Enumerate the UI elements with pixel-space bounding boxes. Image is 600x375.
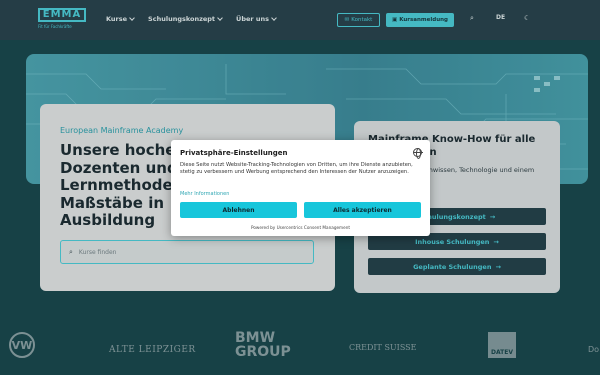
decline-button[interactable]: Ablehnen: [180, 202, 297, 218]
powered-by-text: Powered by Usercentrics Consent Manageme…: [250, 225, 351, 230]
more-info-link[interactable]: Mehr Informationen: [180, 191, 229, 197]
consent-title: Privatsphäre-Einstellungen: [180, 149, 288, 157]
consent-dialog: Privatsphäre-Einstellungen Diese Seite n…: [171, 140, 430, 236]
consent-text: Diese Seite nutzt Website-Tracking-Techn…: [180, 162, 413, 176]
accept-all-button[interactable]: Alles akzeptieren: [304, 202, 421, 218]
language-globe-icon[interactable]: [413, 148, 423, 159]
